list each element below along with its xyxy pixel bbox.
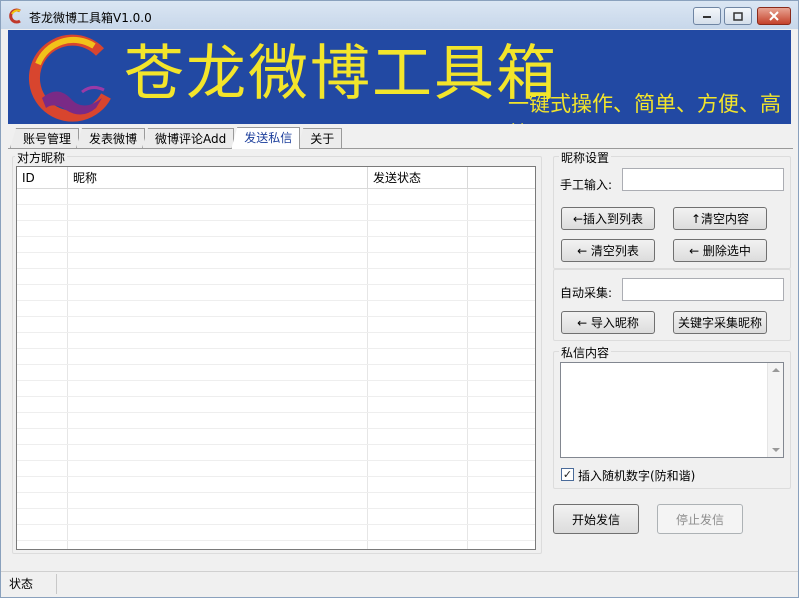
table-row (17, 189, 535, 205)
minimize-button[interactable] (693, 7, 721, 25)
table-row (17, 349, 535, 365)
delete-selected-button[interactable]: ← 删除选中 (673, 239, 767, 262)
table-row (17, 285, 535, 301)
table-row (17, 461, 535, 477)
table-row (17, 445, 535, 461)
close-icon (769, 11, 779, 21)
title-bar[interactable]: 苍龙微博工具箱V1.0.0 (1, 1, 798, 29)
target-group-label: 对方昵称 (15, 149, 68, 166)
table-row (17, 493, 535, 509)
status-text: 状态 (3, 574, 57, 594)
tab-send-private-message[interactable]: 发送私信 (231, 127, 301, 149)
tab-weibo-comment[interactable]: 微博评论Add (142, 128, 235, 148)
vertical-scrollbar[interactable] (767, 363, 783, 457)
app-window: 苍龙微博工具箱V1.0.0 苍龙微博工具箱 一键式操作、简单、方便、高效 账号管… (0, 0, 799, 598)
table-row (17, 301, 535, 317)
column-header-extra[interactable] (468, 167, 535, 189)
insert-to-list-button[interactable]: ←插入到列表 (561, 207, 655, 230)
grid-header: ID 昵称 发送状态 (17, 167, 535, 189)
dragon-app-icon (9, 8, 21, 24)
table-row (17, 269, 535, 285)
tab-about[interactable]: 关于 (297, 128, 343, 148)
table-row (17, 205, 535, 221)
table-row (17, 221, 535, 237)
banner-slogan: 一键式操作、简单、方便、高效 (508, 92, 781, 124)
checkmark-icon: ✓ (562, 468, 573, 481)
maximize-button[interactable] (724, 7, 752, 25)
close-button[interactable] (757, 7, 791, 25)
table-row (17, 525, 535, 541)
table-row (17, 509, 535, 525)
scroll-up-arrow-icon[interactable] (772, 368, 780, 372)
manual-input-field[interactable] (622, 168, 784, 191)
tab-strip: 账号管理 发表微博 微博评论Add 发送私信 关于 (10, 127, 343, 149)
table-row (17, 397, 535, 413)
random-digits-label[interactable]: 插入随机数字(防和谐) (578, 467, 695, 484)
auto-collect-field[interactable] (622, 278, 784, 301)
nickname-settings-label: 昵称设置 (559, 149, 612, 166)
import-nickname-button[interactable]: ← 导入昵称 (561, 311, 655, 334)
manual-input-label: 手工输入: (560, 178, 613, 192)
nickname-list-grid[interactable]: ID 昵称 发送状态 (16, 166, 536, 550)
message-content-label: 私信内容 (559, 344, 612, 361)
table-row (17, 429, 535, 445)
clear-list-button[interactable]: ← 清空列表 (561, 239, 655, 262)
auto-collect-label: 自动采集: (560, 286, 613, 300)
column-header-id[interactable]: ID (17, 167, 68, 189)
column-header-nickname[interactable]: 昵称 (68, 167, 368, 189)
status-bar: 状态 (1, 571, 798, 597)
app-banner: 苍龙微博工具箱 一键式操作、简单、方便、高效 (8, 30, 791, 124)
table-row (17, 317, 535, 333)
keyword-collect-button[interactable]: 关键字采集昵称 (673, 311, 767, 334)
tab-post-weibo[interactable]: 发表微博 (76, 128, 146, 148)
scroll-down-arrow-icon[interactable] (772, 448, 780, 452)
random-digits-checkbox[interactable]: ✓ (561, 468, 574, 481)
table-row (17, 365, 535, 381)
window-title: 苍龙微博工具箱V1.0.0 (29, 11, 152, 25)
table-row (17, 237, 535, 253)
tab-account-management[interactable]: 账号管理 (10, 128, 80, 148)
maximize-icon (733, 11, 743, 21)
clear-content-button[interactable]: ↑清空内容 (673, 207, 767, 230)
message-content-textarea[interactable] (560, 362, 784, 458)
table-row (17, 333, 535, 349)
table-row (17, 477, 535, 493)
banner-title: 苍龙微博工具箱 (124, 39, 558, 109)
start-sending-button[interactable]: 开始发信 (553, 504, 639, 534)
minimize-icon (703, 16, 711, 18)
stop-sending-button[interactable]: 停止发信 (657, 504, 743, 534)
column-header-send-status[interactable]: 发送状态 (368, 167, 468, 189)
table-row (17, 253, 535, 269)
table-row (17, 381, 535, 397)
table-row (17, 413, 535, 429)
dragon-logo-icon (28, 34, 111, 122)
